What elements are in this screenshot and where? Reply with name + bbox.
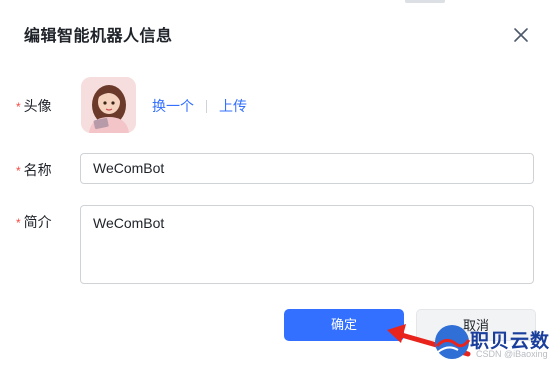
dialog-title: 编辑智能机器人信息 (24, 28, 173, 45)
brand-logo-icon (435, 325, 471, 359)
watermark: 职贝云数 CSDN @iBaoxing (432, 322, 560, 365)
intro-label-row: * 简介 (16, 212, 52, 232)
name-input[interactable]: WeComBot (80, 153, 534, 184)
avatar-illustration (81, 77, 136, 133)
required-mark: * (16, 164, 21, 178)
intro-label: 简介 (23, 214, 52, 230)
required-mark: * (16, 216, 21, 230)
watermark-source: CSDN @iBaoxing (476, 349, 548, 359)
change-avatar-link[interactable]: 换一个 (152, 96, 194, 116)
avatar[interactable] (81, 77, 136, 133)
edit-bot-dialog: 编辑智能机器人信息 *头像 换一个 上传 *名称 WeComBot *简介 (0, 0, 560, 365)
avatar-label-row: * 头像 (16, 96, 52, 116)
name-label-row: * 名称 (16, 160, 52, 180)
avatar-actions: 换一个 上传 (152, 96, 247, 116)
intro-textarea[interactable]: WeComBot (80, 205, 534, 284)
upload-avatar-link[interactable]: 上传 (219, 96, 247, 116)
divider (206, 99, 207, 113)
close-icon[interactable] (512, 26, 530, 44)
name-label: 名称 (23, 162, 52, 178)
avatar-label: 头像 (23, 98, 52, 114)
required-mark: * (16, 100, 21, 114)
